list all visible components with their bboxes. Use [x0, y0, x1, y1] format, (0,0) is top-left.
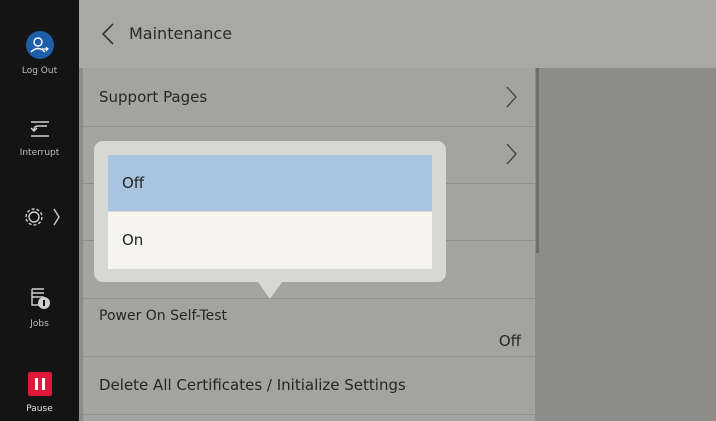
page-title: Maintenance — [129, 24, 233, 43]
jobs-label: Jobs — [30, 319, 49, 329]
pause-button[interactable]: Pause — [0, 372, 79, 414]
header: Maintenance — [79, 0, 716, 68]
logout-label: Log Out — [21, 66, 58, 76]
sidebar: Log Out Interrupt Jobs Pause — [0, 0, 79, 421]
list-item-power-on-self-test[interactable]: Power On Self-Test Off — [83, 298, 535, 357]
logout-button[interactable]: Log Out — [0, 30, 79, 76]
popup-pointer — [258, 282, 282, 299]
pause-label: Pause — [26, 404, 53, 414]
pause-icon — [27, 372, 52, 396]
scrollbar[interactable] — [536, 68, 539, 253]
list-item-value: Off — [498, 332, 521, 350]
jobs-icon — [30, 288, 50, 309]
interrupt-button[interactable]: Interrupt — [0, 118, 79, 158]
user-logout-icon — [25, 31, 54, 59]
chevron-right-icon — [506, 86, 517, 108]
jobs-button[interactable]: Jobs — [0, 285, 79, 329]
option-popup: Off On — [94, 141, 446, 299]
interrupt-icon — [29, 121, 49, 137]
list-item-delete-certificates[interactable]: Delete All Certificates / Initialize Set… — [83, 356, 535, 415]
option-off[interactable]: Off — [108, 155, 432, 211]
list-item-support-pages[interactable]: Support Pages — [83, 68, 535, 127]
chevron-left-icon[interactable] — [99, 22, 119, 46]
option-on[interactable]: On — [108, 212, 432, 269]
list-item-label: Support Pages — [99, 88, 208, 106]
chevron-right-icon — [506, 143, 517, 165]
interrupt-label: Interrupt — [19, 148, 60, 158]
list-item-label: Power On Self-Test — [99, 308, 228, 324]
list-item-label: Delete All Certificates / Initialize Set… — [99, 376, 406, 394]
gear-icon — [24, 208, 60, 226]
device-settings-button[interactable] — [0, 205, 79, 229]
